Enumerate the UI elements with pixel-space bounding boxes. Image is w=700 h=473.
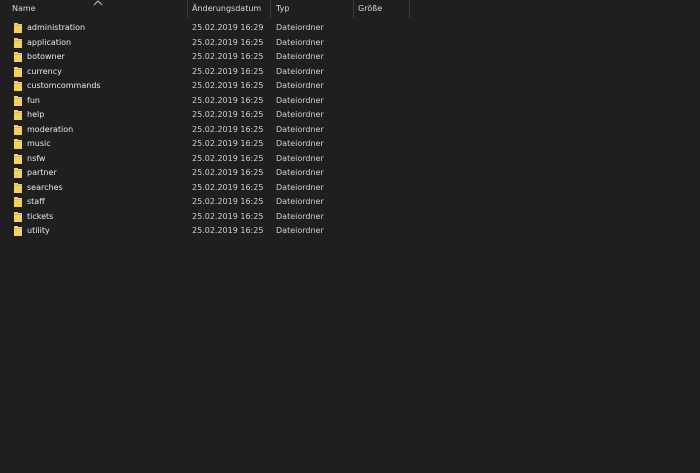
file-date-modified: 25.02.2019 16:25 — [192, 95, 264, 105]
file-date-modified: 25.02.2019 16:25 — [192, 52, 264, 61]
file-name: fun — [27, 95, 40, 105]
folder-icon — [14, 81, 22, 91]
folder-icon — [14, 110, 22, 120]
file-name: moderation — [27, 124, 74, 134]
list-item[interactable]: nsfw 25.02.2019 16:25 Dateiordner — [0, 152, 420, 167]
column-header-date-label: Änderungsdatum — [192, 4, 262, 13]
file-name: searches — [27, 182, 63, 192]
file-type: Dateiordner — [276, 23, 324, 32]
folder-icon — [14, 95, 22, 106]
file-type: Dateiordner — [276, 211, 324, 221]
folder-icon — [14, 153, 22, 164]
file-type: Dateiordner — [276, 95, 324, 105]
list-item[interactable]: fun 25.02.2019 16:25 Dateiordner — [0, 94, 420, 109]
list-item[interactable]: searches 25.02.2019 16:25 Dateiordner — [0, 181, 420, 196]
folder-icon — [14, 66, 22, 77]
folder-icon — [14, 124, 22, 135]
file-date-modified: 25.02.2019 16:25 — [192, 81, 264, 90]
list-item[interactable]: botowner 25.02.2019 16:25 Dateiordner — [0, 50, 420, 65]
file-name: application — [27, 37, 72, 47]
file-type: Dateiordner — [276, 139, 324, 148]
file-type: Dateiordner — [276, 197, 324, 206]
column-header-size[interactable]: Größe — [354, 0, 410, 18]
file-date-modified: 25.02.2019 16:25 — [192, 226, 264, 235]
list-item[interactable]: customcommands 25.02.2019 16:25 Dateiordne… — [0, 79, 420, 94]
column-header-name[interactable]: Name — [0, 0, 188, 18]
folder-icon — [14, 211, 22, 222]
folder-icon — [14, 197, 22, 207]
file-date-modified: 25.02.2019 16:25 — [192, 124, 264, 134]
file-type: Dateiordner — [276, 52, 324, 61]
list-item[interactable]: staff 25.02.2019 16:25 Dateiordner — [0, 195, 420, 210]
list-item[interactable]: partner 25.02.2019 16:25 Dateiordner — [0, 166, 420, 181]
file-name: partner — [27, 168, 57, 177]
folder-icon — [14, 168, 22, 178]
file-name: administration — [27, 23, 86, 32]
list-item[interactable]: moderation 25.02.2019 16:25 Dateiordner — [0, 123, 420, 138]
file-name: music — [27, 139, 51, 148]
file-date-modified: 25.02.2019 16:25 — [192, 197, 264, 206]
column-header-row: Name Änderungsdatum Typ Größe — [0, 0, 700, 18]
file-date-modified: 25.02.2019 16:25 — [192, 37, 264, 47]
file-type: Dateiordner — [276, 110, 324, 119]
file-type: Dateiordner — [276, 37, 324, 47]
file-name: nsfw — [27, 153, 46, 163]
file-type: Dateiordner — [276, 168, 324, 177]
file-list: administration 25.02.2019 16:29 Dateiordne… — [0, 21, 700, 239]
folder-icon — [14, 52, 22, 62]
column-header-type[interactable]: Typ — [271, 0, 354, 18]
file-date-modified: 25.02.2019 16:25 — [192, 153, 264, 163]
file-date-modified: 25.02.2019 16:25 — [192, 211, 264, 221]
file-type: Dateiordner — [276, 153, 324, 163]
file-date-modified: 25.02.2019 16:25 — [192, 66, 264, 76]
file-type: Dateiordner — [276, 226, 324, 235]
column-header-name-label: Name — [12, 4, 36, 13]
column-header-type-label: Typ — [276, 4, 290, 13]
list-item[interactable]: help 25.02.2019 16:25 Dateiordner — [0, 108, 420, 123]
list-item[interactable]: utility 25.02.2019 16:25 Dateiordner — [0, 224, 420, 239]
file-type: Dateiordner — [276, 124, 324, 134]
file-name: utility — [27, 226, 50, 235]
chevron-up-icon — [93, 0, 103, 6]
file-name: tickets — [27, 211, 54, 221]
file-name: help — [27, 110, 45, 119]
column-header-size-label: Größe — [358, 4, 383, 13]
file-date-modified: 25.02.2019 16:29 — [192, 23, 264, 32]
column-divider[interactable] — [409, 0, 410, 18]
folder-icon — [14, 37, 22, 48]
file-explorer: Name Änderungsdatum Typ Größe administra… — [0, 0, 700, 473]
file-name: botowner — [27, 52, 65, 61]
list-item[interactable]: tickets 25.02.2019 16:25 Dateiordner — [0, 210, 420, 225]
file-name: staff — [27, 197, 45, 206]
file-type: Dateiordner — [276, 81, 324, 90]
list-item[interactable]: currency 25.02.2019 16:25 Dateiordner — [0, 65, 420, 80]
column-header-date[interactable]: Änderungsdatum — [188, 0, 271, 18]
folder-icon — [14, 139, 22, 149]
file-date-modified: 25.02.2019 16:25 — [192, 139, 264, 148]
folder-icon — [14, 182, 22, 193]
folder-icon — [14, 226, 22, 236]
file-date-modified: 25.02.2019 16:25 — [192, 182, 264, 192]
list-item[interactable]: application 25.02.2019 16:25 Dateiordner — [0, 36, 420, 51]
file-name: currency — [27, 66, 62, 76]
file-type: Dateiordner — [276, 182, 324, 192]
list-item[interactable]: music 25.02.2019 16:25 Dateiordner — [0, 137, 420, 152]
file-date-modified: 25.02.2019 16:25 — [192, 110, 264, 119]
folder-icon — [14, 23, 22, 33]
file-name: customcommands — [27, 81, 101, 90]
list-item[interactable]: administration 25.02.2019 16:29 Dateiordne… — [0, 21, 420, 36]
file-type: Dateiordner — [276, 66, 324, 76]
file-date-modified: 25.02.2019 16:25 — [192, 168, 264, 177]
